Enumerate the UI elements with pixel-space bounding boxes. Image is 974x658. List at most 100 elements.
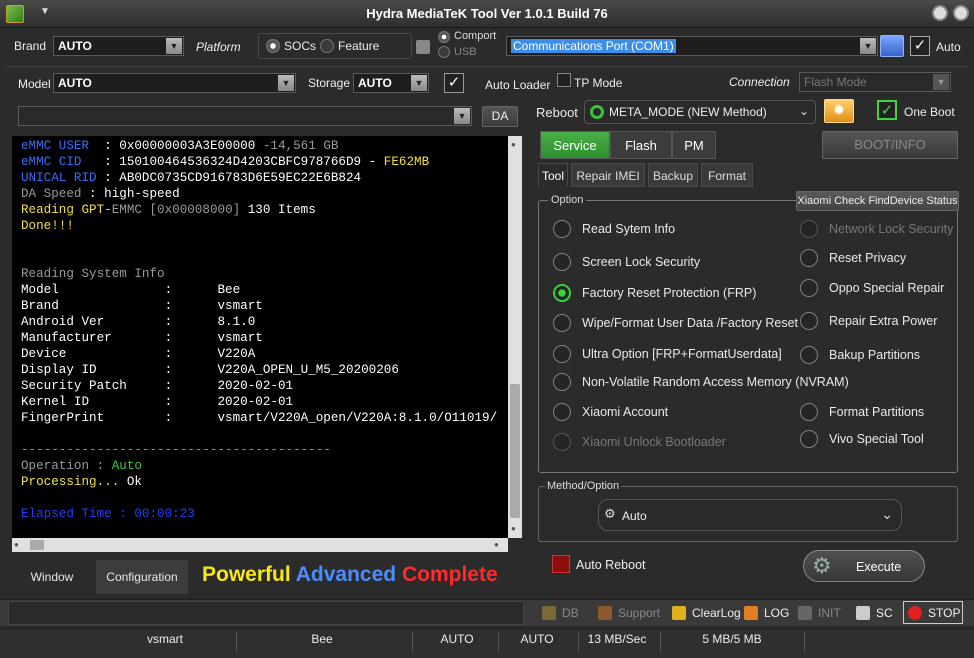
option-radio[interactable] bbox=[800, 312, 818, 330]
console-text: : AB0DC0735CD916783D6E59EC22E6B824 bbox=[104, 171, 362, 185]
option-right-4[interactable]: Bakup Partitions bbox=[800, 344, 920, 366]
stop-label: STOP bbox=[928, 605, 961, 620]
scroll-down-icon[interactable]: ● bbox=[511, 524, 516, 533]
one-boot-label: One Boot bbox=[904, 105, 955, 119]
tab-configuration[interactable]: Configuration bbox=[96, 560, 188, 594]
stop-button[interactable]: STOP bbox=[903, 601, 963, 624]
subtab-tool[interactable]: Tool bbox=[538, 163, 568, 187]
option-left-3[interactable]: Wipe/Format User Data /Factory Reset bbox=[553, 312, 798, 334]
console-line: Elapsed Time : 00:00:23 bbox=[21, 506, 508, 522]
refresh-port-icon[interactable] bbox=[880, 35, 904, 57]
boot-info-button[interactable]: BOOT/INFO bbox=[822, 131, 958, 159]
xiaomi-check-finddevice-button[interactable]: Xiaomi Check FindDevice Status bbox=[796, 191, 959, 211]
execute-button[interactable]: ⚙ Execute bbox=[803, 550, 925, 582]
subtab-repair-imei[interactable]: Repair IMEI bbox=[571, 163, 645, 187]
option-radio[interactable] bbox=[553, 433, 571, 451]
option-radio[interactable] bbox=[553, 373, 571, 391]
tab-flash[interactable]: Flash bbox=[610, 131, 672, 159]
support-button[interactable]: Support bbox=[598, 604, 660, 622]
model-select[interactable]: AUTO ▼ bbox=[53, 73, 296, 93]
stop-icon bbox=[908, 605, 922, 620]
log-button[interactable]: LOG bbox=[744, 604, 789, 622]
storage-select[interactable]: AUTO ▼ bbox=[353, 73, 429, 93]
clearlog-button[interactable]: ClearLog bbox=[672, 604, 741, 622]
settings-gear-icon[interactable]: ✹ bbox=[824, 99, 854, 123]
status-speed: 13 MB/Sec bbox=[587, 632, 647, 646]
method-select[interactable]: ⚙ Auto ⌄ bbox=[598, 499, 902, 531]
usb-radio[interactable] bbox=[438, 46, 450, 58]
option-radio[interactable] bbox=[553, 403, 571, 421]
subtab-backup[interactable]: Backup bbox=[648, 163, 698, 187]
option-left-5[interactable]: Non-Volatile Random Access Memory (NVRAM… bbox=[553, 371, 849, 393]
option-radio[interactable] bbox=[800, 279, 818, 297]
connection-select[interactable]: Flash Mode ▼ bbox=[799, 72, 951, 92]
option-radio[interactable] bbox=[800, 403, 818, 421]
option-left-4[interactable]: Ultra Option [FRP+FormatUserdata] bbox=[553, 343, 782, 365]
one-boot-checkbox[interactable]: ✓ bbox=[877, 100, 897, 120]
option-left-7[interactable]: Xiaomi Unlock Bootloader bbox=[553, 431, 726, 453]
brand-select[interactable]: AUTO ▼ bbox=[53, 36, 184, 56]
console-horizontal-scrollbar[interactable]: ● ● bbox=[12, 538, 508, 552]
scroll-up-icon[interactable]: ● bbox=[511, 140, 516, 149]
auto-loader-checkbox[interactable]: ✓ bbox=[444, 73, 464, 93]
log-icon bbox=[744, 606, 758, 620]
option-radio[interactable] bbox=[553, 345, 571, 363]
console-line: Device : V220A bbox=[21, 346, 508, 362]
option-radio[interactable] bbox=[800, 346, 818, 364]
status-message-field bbox=[8, 601, 524, 625]
option-right-2[interactable]: Oppo Special Repair bbox=[800, 277, 944, 299]
console-vertical-scrollbar[interactable]: ● ● bbox=[508, 136, 522, 538]
console-line: Operation : Auto bbox=[21, 458, 508, 474]
tp-mode-checkbox[interactable] bbox=[557, 73, 571, 87]
tab-service[interactable]: Service bbox=[540, 131, 610, 159]
close-icon[interactable] bbox=[953, 5, 969, 21]
option-radio[interactable] bbox=[553, 253, 571, 271]
console-line: DA Speed : high-speed bbox=[21, 186, 508, 202]
option-right-5[interactable]: Format Partitions bbox=[800, 401, 924, 423]
option-radio[interactable] bbox=[553, 284, 571, 302]
scroll-left-icon[interactable]: ● bbox=[14, 540, 19, 549]
db-label: DB bbox=[562, 606, 579, 620]
option-label: Repair Extra Power bbox=[829, 314, 938, 328]
port-select[interactable]: Communications Port (COM1) ▼ bbox=[506, 36, 878, 56]
option-left-6[interactable]: Xiaomi Account bbox=[553, 401, 668, 423]
console-text: Elapsed Time : 00:00:23 bbox=[21, 507, 195, 521]
tab-pm[interactable]: PM bbox=[672, 131, 716, 159]
minimize-icon[interactable] bbox=[932, 5, 948, 21]
console-text: : 0x00000003A3E00000 bbox=[104, 139, 263, 153]
tab-window[interactable]: Window bbox=[8, 560, 96, 594]
option-radio[interactable] bbox=[800, 249, 818, 267]
auto-loader-label: Auto Loader bbox=[485, 78, 551, 92]
scroll-right-icon[interactable]: ● bbox=[494, 540, 499, 549]
console-line: Brand : vsmart bbox=[21, 298, 508, 314]
comport-radio[interactable] bbox=[438, 31, 450, 43]
db-button[interactable]: DB bbox=[542, 604, 579, 622]
option-radio[interactable] bbox=[800, 430, 818, 448]
console-line: FingerPrint : vsmart/V220A_open/V220A:8.… bbox=[21, 410, 508, 426]
init-button[interactable]: INIT bbox=[798, 604, 841, 622]
reboot-select[interactable]: META_MODE (NEW Method) ⌄ bbox=[584, 100, 816, 124]
option-right-0[interactable]: Network Lock Security bbox=[800, 218, 953, 240]
console-line: Reading GPT-EMMC [0x00008000] 130 Items bbox=[21, 202, 508, 218]
scrollbar-thumb[interactable] bbox=[30, 540, 44, 550]
option-radio[interactable] bbox=[800, 220, 818, 238]
sc-button[interactable]: SC bbox=[856, 604, 893, 622]
feature-radio[interactable] bbox=[320, 39, 334, 53]
option-label: Format Partitions bbox=[829, 405, 925, 419]
option-left-0[interactable]: Read Sytem Info bbox=[553, 218, 675, 240]
option-radio[interactable] bbox=[553, 314, 571, 332]
subtab-format[interactable]: Format bbox=[701, 163, 753, 187]
option-radio[interactable] bbox=[553, 220, 571, 238]
scrollbar-thumb[interactable] bbox=[510, 384, 520, 518]
option-left-2[interactable]: Factory Reset Protection (FRP) bbox=[553, 282, 756, 304]
auto-port-checkbox[interactable]: ✓ bbox=[910, 36, 930, 56]
option-left-1[interactable]: Screen Lock Security bbox=[553, 251, 700, 273]
option-right-3[interactable]: Repair Extra Power bbox=[800, 310, 937, 332]
da-button[interactable]: DA bbox=[482, 106, 518, 127]
socs-radio[interactable] bbox=[266, 39, 280, 53]
option-right-1[interactable]: Reset Privacy bbox=[800, 247, 906, 269]
option-label: Vivo Special Tool bbox=[829, 432, 924, 446]
auto-reboot-checkbox[interactable] bbox=[552, 555, 570, 573]
da-file-select[interactable]: ▼ bbox=[18, 106, 472, 126]
option-right-6[interactable]: Vivo Special Tool bbox=[800, 428, 924, 450]
